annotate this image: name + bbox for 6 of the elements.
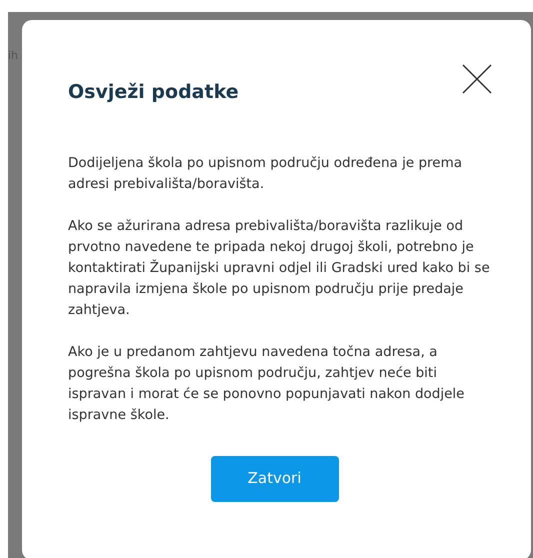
close-button[interactable]: Zatvori [210, 456, 338, 502]
dialog-title: Osvježi podatke [68, 80, 239, 105]
paragraph: Ako se ažurirana adresa prebivališta/boravišta razlikuje od prvotno navedene te pripada nekoj drugoj školi, potrebno je kontaktirati Županijski upravni odjel ili Gradski ured kako bi se napravila izmjena škole po upisnom području prije predaje zahtjeva. [68, 216, 491, 320]
close-icon[interactable] [461, 64, 493, 94]
paragraph: Ako je u predanom zahtjevu navedena točna adresa, a pogrešna škola po upisnom području, zahtjev neće biti ispravan i morat će se ponovno popunjavati nakon dodjele ispravne škole. [68, 342, 466, 424]
paragraph: Dodijeljena škola po upisnom području određena je prema adresi prebivališta/boravišta. [68, 154, 463, 194]
